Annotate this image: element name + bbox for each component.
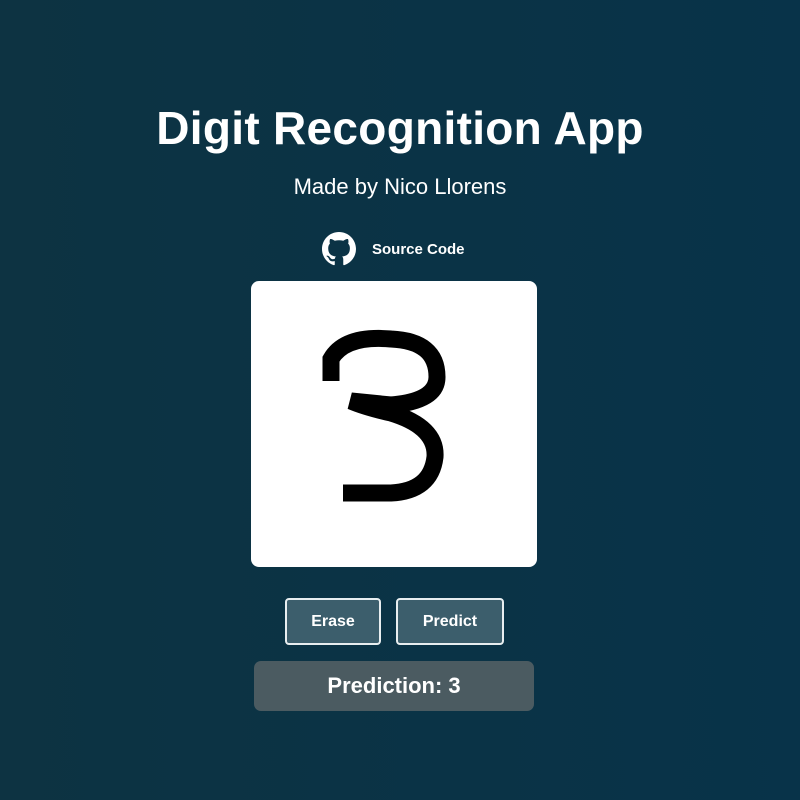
github-icon: [322, 232, 356, 266]
app-container: Digit Recognition App Made by Nico Llore…: [0, 0, 800, 800]
source-code-link[interactable]: Source Code: [322, 232, 465, 266]
page-title: Digit Recognition App: [156, 102, 644, 154]
prediction-result: Prediction: 3: [254, 661, 534, 711]
prediction-value: 3: [448, 673, 461, 698]
drawing-canvas[interactable]: [251, 281, 537, 567]
drawn-digit-stroke: [322, 329, 446, 502]
source-code-label: Source Code: [372, 240, 465, 258]
author-subtitle: Made by Nico Llorens: [293, 174, 507, 199]
prediction-label: Prediction:: [327, 673, 443, 698]
erase-button[interactable]: Erase: [285, 598, 381, 645]
predict-button[interactable]: Predict: [396, 598, 504, 645]
